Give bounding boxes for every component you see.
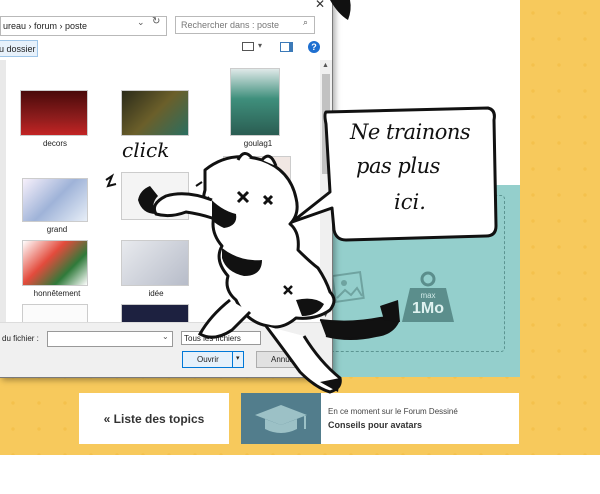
topics-list-button[interactable]: « Liste des topics (79, 393, 229, 444)
open-button[interactable]: Ouvrir ▾ (182, 351, 244, 368)
preview-pane-icon[interactable] (280, 42, 293, 52)
search-icon: ⌕ (303, 17, 309, 27)
vertical-scrollbar[interactable]: ▲ ▼ (320, 60, 332, 322)
file-item[interactable] (22, 304, 88, 326)
scroll-up-icon[interactable]: ▲ (322, 62, 330, 70)
max-size-value: 1Mo (412, 300, 444, 317)
open-button-label: Ouvrir (197, 355, 219, 364)
file-name: honnêtement (33, 289, 81, 298)
file-grid: decors goulag1 grand honnêtement idée (0, 60, 320, 326)
chevron-down-icon-open[interactable]: ▾ (236, 354, 240, 362)
search-input[interactable]: Rechercher dans : poste (175, 16, 315, 34)
view-options-icon[interactable] (242, 42, 254, 51)
close-icon[interactable]: ✕ (315, 0, 325, 11)
cancel-button[interactable]: Annuler (256, 351, 316, 368)
filename-label: du fichier : (2, 334, 39, 343)
speech-bubble-line-1: Ne trainons (350, 120, 471, 144)
scroll-down-icon[interactable]: ▼ (322, 312, 330, 320)
refresh-icon[interactable]: ↻ (152, 16, 160, 27)
dialog-footer: du fichier : ⌄ Tous les fichiers Ouvrir … (0, 322, 332, 377)
click-sound-text: click (122, 138, 170, 162)
file-name: idée (148, 289, 164, 298)
forum-card-title[interactable]: Conseils pour avatars (328, 420, 422, 430)
file-item[interactable] (121, 172, 191, 220)
speech-bubble-line-3: ici. (394, 190, 426, 214)
file-item[interactable]: goulag1 (230, 68, 286, 156)
filetype-select[interactable]: Tous les fichiers (181, 331, 261, 345)
current-forum-card[interactable]: En ce moment sur le Forum Dessiné Consei… (241, 393, 519, 444)
image-upload-icon (331, 271, 365, 303)
help-icon[interactable]: ? (308, 41, 320, 53)
bottom-navigation: « Liste des topics En ce moment sur le F… (79, 393, 519, 444)
filename-input[interactable] (47, 331, 173, 347)
graduation-cap-icon (241, 393, 321, 444)
weight-icon: max 1Mo (398, 270, 458, 325)
chevron-down-icon-filename[interactable]: ⌄ (162, 332, 169, 341)
file-item[interactable]: decors (20, 90, 90, 148)
scroll-thumb[interactable] (322, 74, 330, 174)
speech-bubble-line-2: pas plus (356, 154, 440, 178)
file-item[interactable]: idée (121, 240, 191, 302)
file-item[interactable] (121, 304, 189, 326)
split-divider (232, 352, 233, 367)
forum-card-subtitle: En ce moment sur le Forum Dessiné (328, 407, 458, 416)
max-label: max (420, 291, 436, 300)
new-folder-button[interactable]: u dossier (0, 40, 38, 57)
file-name: goulag1 (243, 139, 273, 148)
file-name: grand (46, 225, 68, 234)
file-item[interactable]: honnêtement (22, 240, 92, 302)
file-item[interactable] (223, 156, 291, 196)
chevron-down-icon[interactable]: ⌄ (137, 17, 145, 28)
chevron-down-icon-view[interactable]: ▾ (258, 41, 262, 50)
file-name: decors (42, 139, 67, 148)
file-item[interactable]: grand (22, 178, 92, 240)
file-open-dialog: ureau › forum › poste ⌄ ↻ Rechercher dan… (0, 0, 333, 378)
address-path: ureau › forum › poste (3, 21, 88, 31)
